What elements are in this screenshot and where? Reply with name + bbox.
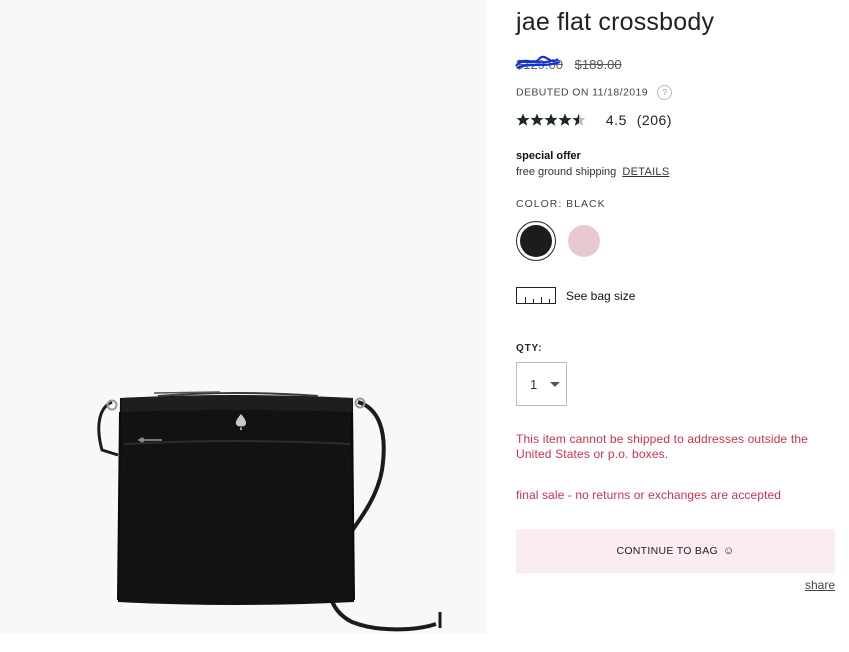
smiley-icon: ☺ — [723, 545, 735, 557]
sale-price: $129.00 — [515, 55, 563, 72]
ruler-icon — [516, 287, 556, 304]
review-count[interactable]: (206) — [637, 112, 672, 128]
price-row: $129.00 $189.00 — [515, 55, 622, 75]
share-link[interactable]: share — [805, 578, 835, 592]
debut-text: DEBUTED ON 11/18/2019 — [516, 86, 648, 99]
rating-row[interactable]: 4.5 (206) — [516, 111, 672, 129]
color-swatch-pink[interactable] — [568, 225, 600, 257]
crossbody-bag-image — [97, 391, 442, 632]
shipping-warning: This item cannot be shipped to addresses… — [516, 432, 808, 461]
quantity-value: 1 — [530, 377, 538, 392]
offer-title: special offer — [516, 150, 581, 162]
scribble-redaction-icon — [515, 55, 561, 70]
debut-date: DEBUTED ON 11/18/2019 ? — [516, 85, 673, 100]
offer-line: free ground shipping DETAILS — [516, 166, 670, 178]
offer-text: free ground shipping — [516, 166, 617, 178]
chevron-down-icon — [550, 382, 560, 387]
product-info-panel: jae flat crossbody $129.00 $189.00 DEBUT… — [515, 0, 836, 652]
quantity-select[interactable]: 1 — [516, 362, 567, 406]
product-image[interactable] — [0, 0, 486, 634]
quantity-label: QTY: — [516, 343, 543, 354]
help-icon[interactable]: ? — [657, 85, 673, 100]
continue-to-bag-button[interactable]: CONTINUE TO BAG ☺ — [516, 529, 835, 573]
rating-value: 4.5 — [605, 112, 627, 129]
continue-to-bag-label: CONTINUE TO BAG — [616, 545, 718, 557]
product-title: jae flat crossbody — [516, 8, 715, 36]
offer-details-link[interactable]: DETAILS — [622, 166, 669, 178]
color-label: COLOR: BLACK — [516, 198, 606, 210]
list-price: $189.00 — [574, 57, 622, 72]
final-sale-notice: final sale - no returns or exchanges are… — [516, 488, 782, 502]
star-rating-icon — [516, 113, 586, 127]
color-swatch-black[interactable] — [516, 221, 556, 261]
bag-size-label: See bag size — [566, 289, 636, 303]
swatch-fill — [520, 225, 552, 257]
